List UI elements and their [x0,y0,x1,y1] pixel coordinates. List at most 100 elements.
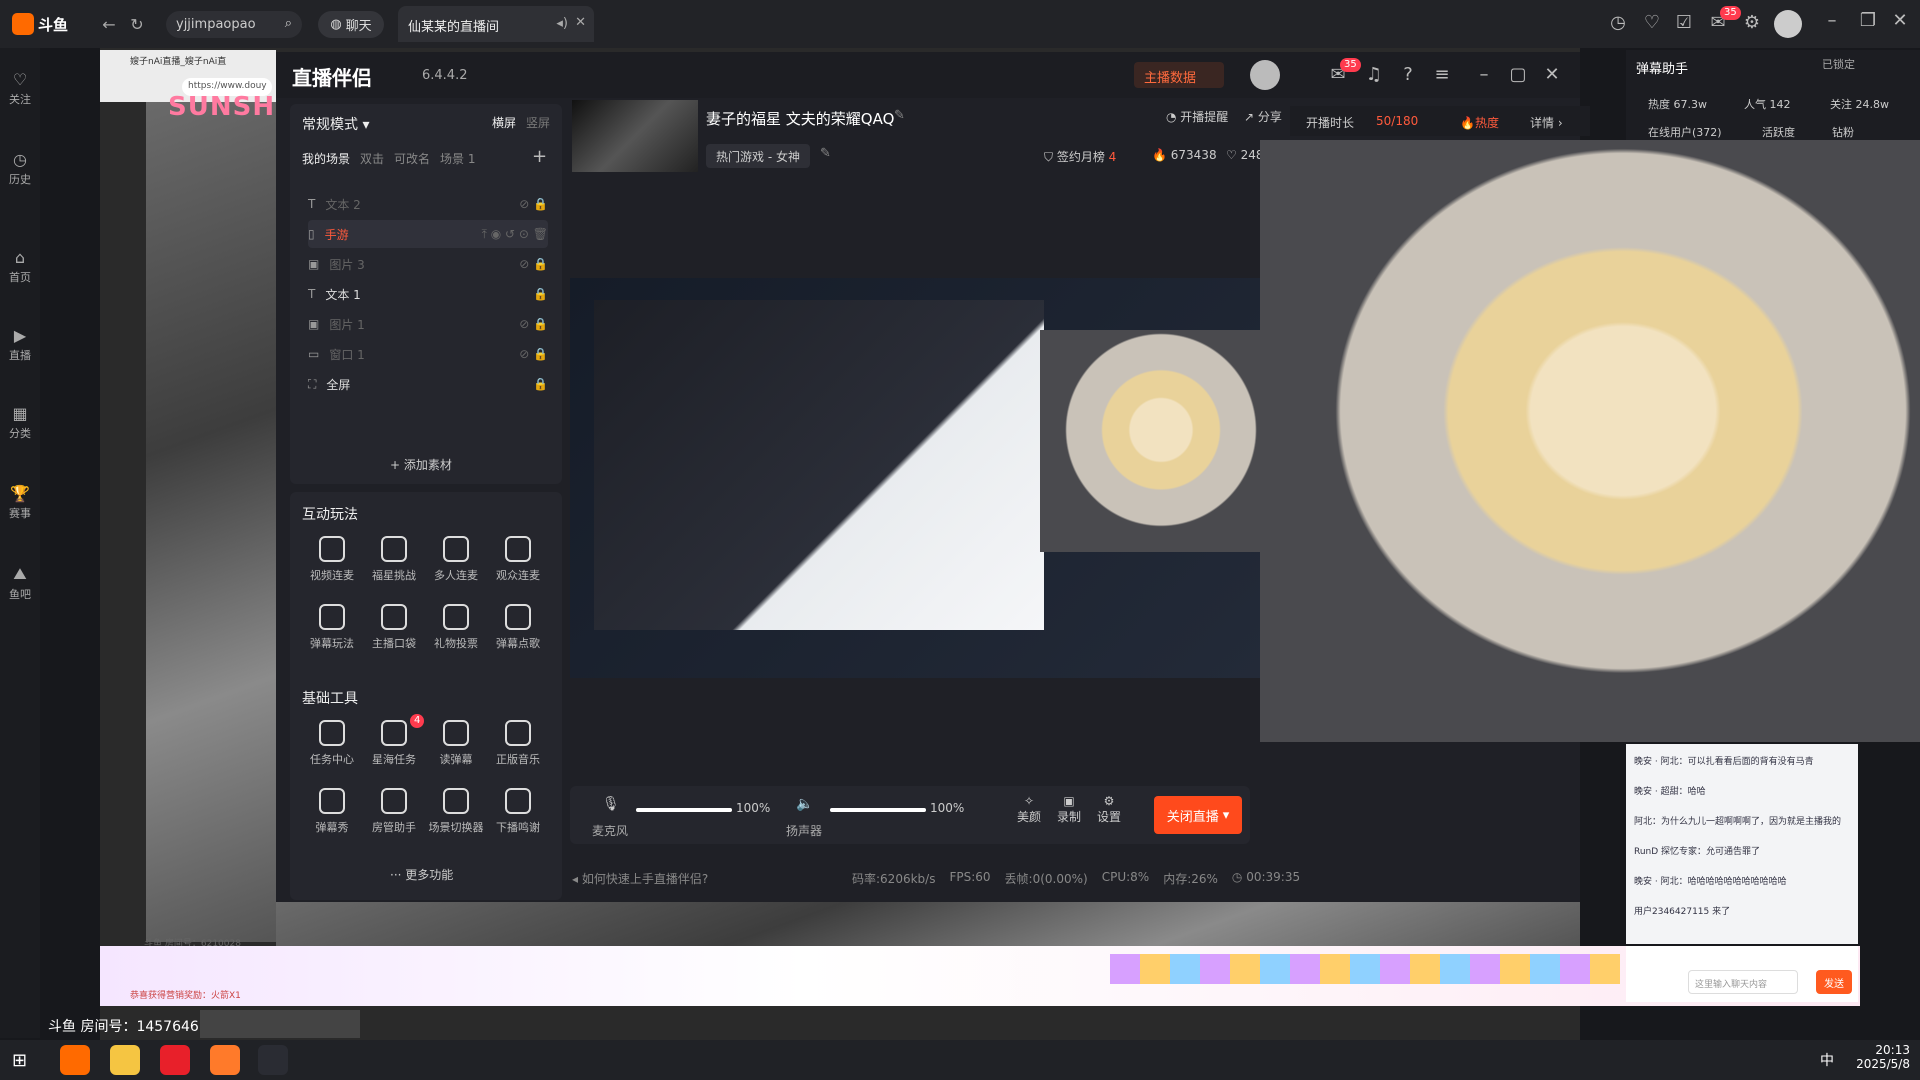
help-link[interactable]: ◂ 如何快速上手直播伴侣? [572,870,708,887]
scene-tab[interactable]: 场景 1 [440,150,475,167]
send-button[interactable]: 发送 [1816,970,1852,994]
favorite-icon[interactable]: ♡ [1640,12,1664,36]
stop-live-button[interactable]: 关闭直播 ▾ [1154,796,1242,834]
search-icon[interactable]: ⌕ [285,16,292,31]
history-icon[interactable]: ◷ [1606,12,1630,36]
close-icon[interactable]: ✕ [1540,64,1564,88]
minimize-icon[interactable]: – [1472,64,1496,88]
close-tab-icon[interactable]: ✕ [575,15,586,30]
online-users-tab[interactable]: 在线用户(372) [1648,124,1722,140]
tool-interactive-0[interactable]: 视频连麦 [302,536,362,583]
scene-actions[interactable]: ⊘ 🔒 [519,347,548,361]
edit-title-icon[interactable]: ✎ [894,108,905,123]
search-input[interactable]: yjjimpaopao ⌕ [166,11,302,38]
scene-tab[interactable]: 双击 [360,150,384,167]
tool-interactive-4[interactable]: 弹幕玩法 [302,604,362,651]
tool-basic-2[interactable]: 读弹幕 [426,720,486,767]
speaker-slider[interactable] [830,808,926,812]
message-icon[interactable]: ✉ 35 [1326,58,1361,88]
sidebar-item-1[interactable]: ◷ 历史 [0,150,40,187]
tool-interactive-6[interactable]: 礼物投票 [426,604,486,651]
edit-category-icon[interactable]: ✎ [820,146,831,161]
maximize-icon[interactable]: ▢ [1506,64,1530,88]
task-icon[interactable]: ☑ [1672,12,1696,36]
message-icon[interactable]: ✉ 35 [1706,6,1741,36]
more-functions-button[interactable]: ··· 更多功能 [390,866,453,883]
orient-landscape[interactable]: 横屏 [492,114,516,131]
close-icon[interactable]: ✕ [1888,10,1912,34]
gift-icons[interactable] [1110,954,1620,984]
tool-basic-4[interactable]: 弹幕秀 [302,788,362,835]
speaker-icon[interactable]: 🔈 [796,796,813,812]
activity-tab[interactable]: 活跃度 [1762,124,1795,140]
scene-actions[interactable]: ⤒ ◉ ↺ ⊙ 🗑 [482,227,548,242]
owl-app-icon[interactable] [110,1045,140,1075]
menu-icon[interactable]: ≡ [1430,64,1454,88]
tool-interactive-1[interactable]: 福星挑战 [364,536,424,583]
plane-app-icon[interactable] [258,1045,288,1075]
scene-row[interactable]: ▣ 图片 1 ⊘ 🔒 [308,310,548,338]
scene-row[interactable]: T 文本 1 🔒 [308,280,548,308]
settings-icon[interactable]: ⚙ [1740,12,1764,36]
sidebar-item-4[interactable]: ▦ 分类 [0,404,40,441]
start-icon[interactable]: ⊞ [12,1050,27,1071]
tool-interactive-5[interactable]: 主播口袋 [364,604,424,651]
sign-month-rank[interactable]: ⛉ 签约月榜 4 [1044,148,1116,165]
scene-tab[interactable]: 可改名 [394,150,430,167]
back-icon[interactable]: ← [96,11,122,37]
host-data-button[interactable]: 主播数据 [1134,62,1224,88]
avatar[interactable] [1774,10,1802,38]
chat-button[interactable]: ◍ 聊天 [318,11,384,38]
scene-row[interactable]: ⛶ 全屏 🔒 [308,370,548,398]
host-avatar[interactable] [1250,60,1280,90]
netease-music-icon[interactable] [160,1045,190,1075]
tool-basic-5[interactable]: 房管助手 [364,788,424,835]
refresh-icon[interactable]: ↻ [124,11,150,37]
scene-actions[interactable]: ⊘ 🔒 [519,317,548,331]
tool-basic-6[interactable]: 场景切换器 [426,788,486,835]
scene-row[interactable]: ▭ 窗口 1 ⊘ 🔒 [308,340,548,368]
maximize-icon[interactable]: ❐ [1856,10,1880,34]
fans-tab[interactable]: 钻粉 [1832,124,1854,140]
record-button[interactable]: ▣ 录制 [1054,794,1084,825]
help-icon[interactable]: ? [1396,64,1420,88]
minimize-icon[interactable]: – [1820,10,1844,34]
scene-actions[interactable]: ⊘ 🔒 [519,197,548,211]
settings-button[interactable]: ⚙ 设置 [1094,794,1124,825]
sidebar-item-0[interactable]: ♡ 关注 [0,70,40,107]
ime-indicator[interactable]: 中 [1820,1050,1834,1070]
tool-interactive-2[interactable]: 多人连麦 [426,536,486,583]
scene-tab[interactable]: 我的场景 [302,150,350,167]
tool-basic-1[interactable]: 4 星海任务 [364,714,425,767]
orient-portrait[interactable]: 竖屏 [526,114,550,131]
scene-actions[interactable]: 🔒 [533,287,548,301]
scene-row[interactable]: T 文本 2 ⊘ 🔒 [308,190,548,218]
speaker-icon[interactable]: ◂) [556,16,568,31]
add-material-button[interactable]: + 添加素材 [390,456,452,473]
douyu-app-icon[interactable] [60,1045,90,1075]
sidebar-item-6[interactable]: ⛰ 鱼吧 [0,564,40,602]
category-tag[interactable]: 热门游戏 - 女神 [706,144,810,168]
scene-row[interactable]: ▯ 手游 ⤒ ◉ ↺ ⊙ 🗑 [308,220,548,248]
tool-interactive-7[interactable]: 弹幕点歌 [488,604,548,651]
chat-input[interactable]: 这里输入聊天内容 [1688,970,1798,994]
scene-actions[interactable]: ⊘ 🔒 [519,257,548,271]
clock[interactable]: 20:13 2025/5/8 [1846,1043,1910,1071]
add-scene-icon[interactable]: + [532,146,547,167]
mic-icon[interactable]: 🎙 [602,796,620,812]
tool-interactive-3[interactable]: 观众连麦 [488,536,548,583]
tool-basic-7[interactable]: 下播鸣谢 [488,788,548,835]
live-companion-app-icon[interactable] [210,1045,240,1075]
stream-cover[interactable] [572,100,698,172]
sidebar-item-3[interactable]: ▶ 直播 [0,326,40,363]
reminder-button[interactable]: ◔ 开播提醒 [1166,108,1228,125]
share-button[interactable]: ↗ 分享 [1244,108,1282,125]
scene-row[interactable]: ▣ 图片 3 ⊘ 🔒 [308,250,548,278]
beauty-button[interactable]: ✧ 美颜 [1014,794,1044,825]
mode-dropdown[interactable]: 常规模式 ▾ [302,114,369,134]
headset-icon[interactable]: ♫ [1362,64,1386,88]
tool-basic-3[interactable]: 正版音乐 [488,720,548,767]
scene-actions[interactable]: 🔒 [533,377,548,391]
sidebar-item-2[interactable]: ⌂ 首页 [0,248,40,285]
sidebar-item-5[interactable]: 🏆 赛事 [0,484,40,521]
